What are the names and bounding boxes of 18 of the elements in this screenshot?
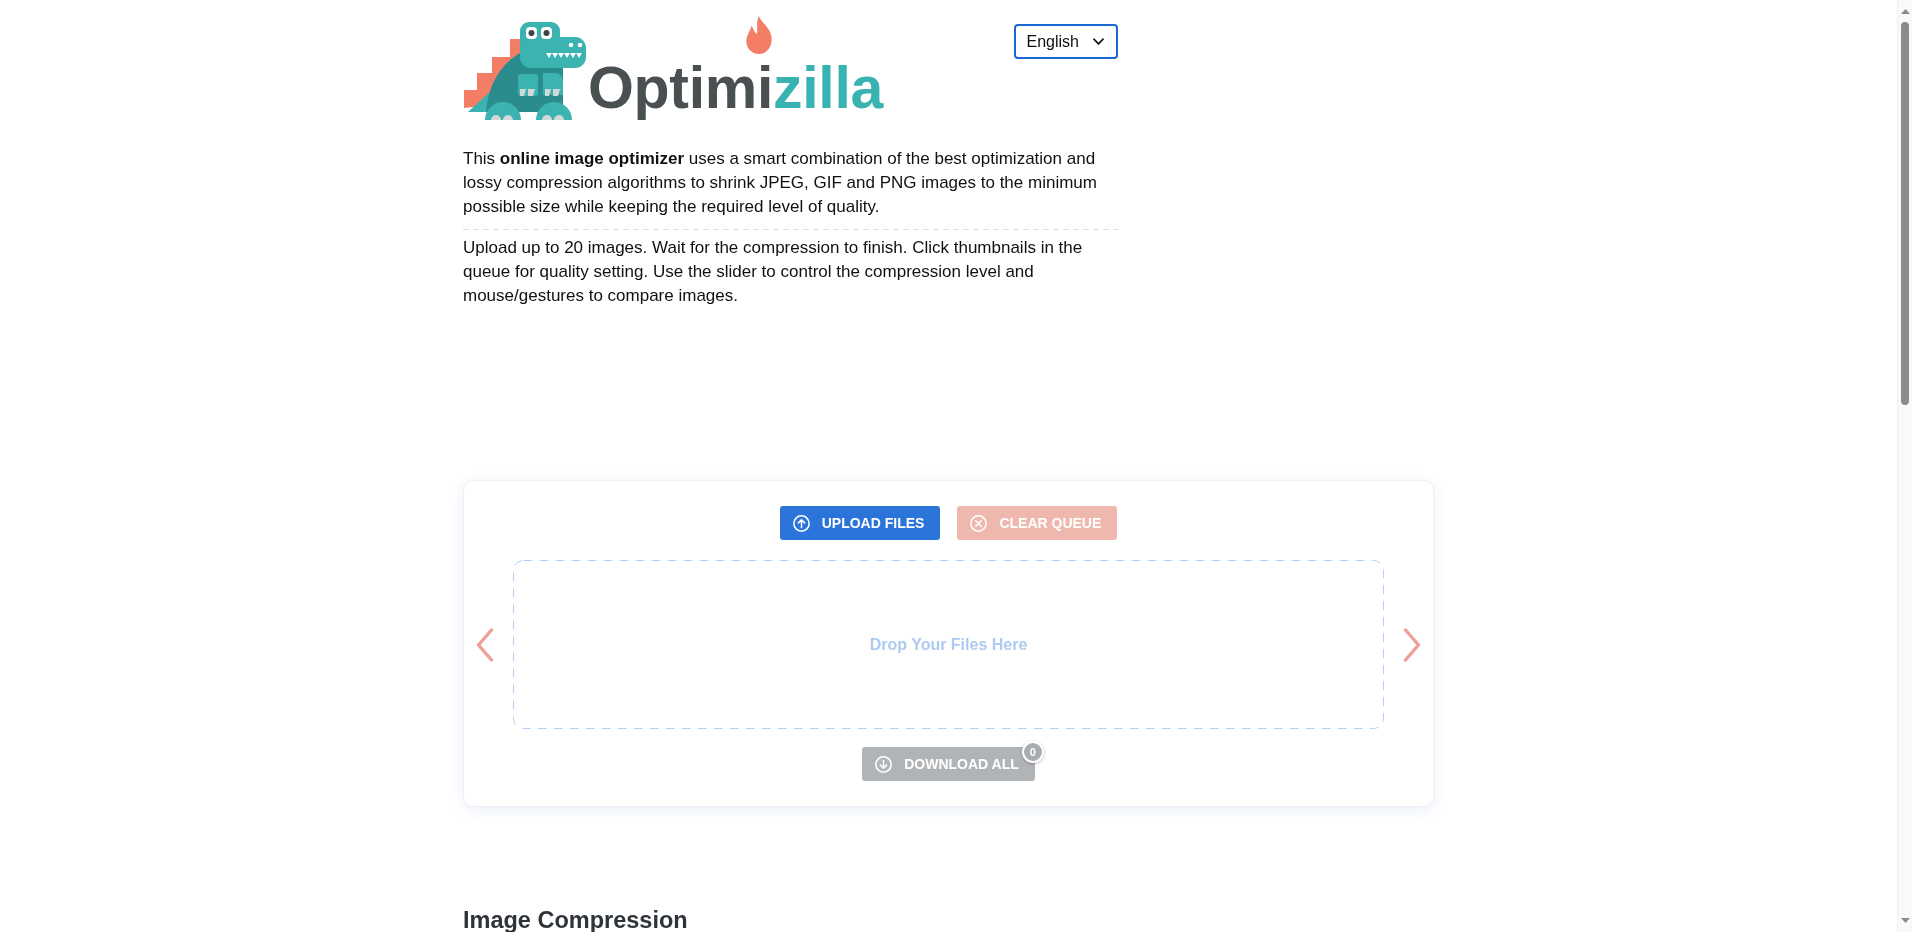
flame-icon bbox=[746, 16, 772, 54]
scroll-up-icon[interactable] bbox=[1900, 9, 1910, 14]
intro-paragraph: Upload up to 20 images. Wait for the compression to finish. Click thumbnails in the queue for quality setting. Use the slider to control the compression level and mouse/gestures to compare images. bbox=[463, 237, 1084, 307]
count-badge: 0 bbox=[1021, 741, 1044, 763]
arrow-down-circle-icon bbox=[875, 755, 893, 773]
chevron-right-icon[interactable] bbox=[1403, 627, 1421, 662]
logo-wordmark: Optimizilla bbox=[588, 54, 884, 122]
arrow-up-circle-icon bbox=[792, 514, 810, 532]
scrollbar-thumb[interactable] bbox=[1901, 22, 1909, 405]
upload-files-button[interactable]: UPLOAD FILES bbox=[779, 506, 941, 540]
drop-zone[interactable]: Drop Your Files Here bbox=[513, 560, 1384, 729]
dinosaur-logo-icon bbox=[464, 22, 588, 120]
scroll-down-icon[interactable] bbox=[1900, 918, 1910, 923]
language-select[interactable]: English bbox=[1013, 24, 1118, 59]
chevron-down-icon bbox=[1093, 38, 1104, 45]
intro-paragraph: This online image optimizer uses a smart combination of the best optimization and lossy compression algorithms to shrink JPEG, GIF and PNG images to the minimum possible size while keeping the required level of quality. bbox=[463, 148, 1098, 218]
chevron-left-icon[interactable] bbox=[476, 627, 494, 662]
x-circle-icon bbox=[970, 514, 988, 532]
